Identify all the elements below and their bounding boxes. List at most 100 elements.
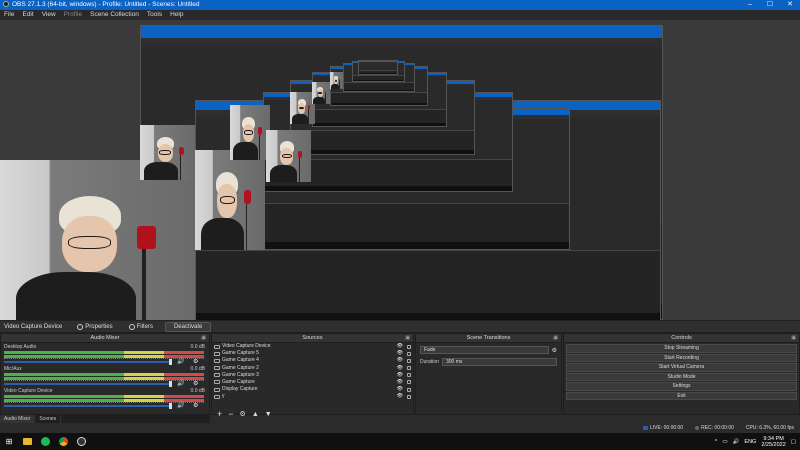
duration-input[interactable]: 300 ms	[442, 358, 557, 366]
dock-title: Scene Transitions ▣	[416, 334, 561, 343]
notifications-icon[interactable]: ▢	[791, 439, 796, 445]
lock-icon[interactable]	[407, 344, 411, 349]
gear-icon[interactable]: ⚙	[552, 347, 557, 354]
dock-float-icon[interactable]: ▣	[553, 334, 558, 343]
volume-slider[interactable]	[4, 361, 172, 363]
menu-tools[interactable]: Tools	[147, 10, 162, 20]
lock-icon[interactable]	[407, 358, 411, 363]
audio-mixer-dock: Audio Mixer ▣ Desktop Audio 0.0 dB 🔊 ⚙ Mi…	[0, 333, 210, 415]
remove-icon[interactable]: −	[228, 409, 233, 419]
studio-mode-button[interactable]: Studio Mode	[566, 372, 797, 381]
meter-scale	[4, 380, 204, 382]
windows-start-icon[interactable]: ⊞	[0, 433, 18, 450]
folder-icon[interactable]	[18, 433, 36, 450]
minimize-icon[interactable]: –	[740, 0, 760, 10]
obs-logo-icon	[3, 1, 9, 8]
mixer-channel: Mic/Aux 0.0 dB 🔊 ⚙	[1, 365, 209, 387]
menu-edit[interactable]: Edit	[22, 10, 33, 20]
meter-scale	[4, 402, 204, 404]
preview-canvas[interactable]	[0, 20, 800, 320]
properties-button[interactable]: Properties	[71, 322, 118, 332]
obs-taskbar-icon[interactable]	[72, 433, 90, 450]
eye-icon[interactable]: 👁	[397, 365, 403, 372]
chevron-up-icon[interactable]: ^	[715, 439, 718, 445]
eye-icon[interactable]: 👁	[397, 386, 403, 393]
eye-icon[interactable]: 👁	[397, 379, 403, 386]
move-down-icon[interactable]: ▼	[265, 411, 272, 418]
spotify-icon[interactable]	[36, 433, 54, 450]
slider-handle[interactable]	[169, 403, 172, 409]
menu-profile[interactable]: Profile	[64, 10, 82, 20]
game-icon	[214, 358, 220, 363]
stop-streaming-button[interactable]: Stop Streaming	[566, 344, 797, 353]
network-icon[interactable]: ▭	[722, 439, 727, 445]
sources-toolbar: + − ⚙ ▲ ▼	[211, 408, 414, 420]
list-item[interactable]: Display Capture 👁	[212, 386, 413, 393]
eye-icon[interactable]: 👁	[397, 357, 403, 364]
lock-icon[interactable]	[407, 351, 411, 356]
move-up-icon[interactable]: ▲	[252, 411, 259, 418]
gear-icon[interactable]: ⚙	[193, 358, 200, 365]
tab-scenes[interactable]: Scenes	[35, 415, 62, 423]
start-virtual-camera-button[interactable]: Start Virtual Camera	[566, 363, 797, 372]
window-controls: – ☐ ✕	[740, 0, 800, 10]
add-icon[interactable]: +	[217, 409, 222, 419]
dock-title: Audio Mixer ▣	[1, 334, 209, 343]
language-indicator[interactable]: ENG	[744, 439, 756, 445]
menu-scene-collection[interactable]: Scene Collection	[90, 10, 139, 20]
list-item[interactable]: Game Capture 5 👁	[212, 350, 413, 357]
volume-slider[interactable]	[4, 405, 172, 407]
volume-icon[interactable]: 🔊	[733, 439, 740, 445]
list-item[interactable]: Video Capture Device 👁	[212, 343, 413, 350]
close-icon[interactable]: ✕	[780, 0, 800, 10]
lock-icon[interactable]	[407, 366, 411, 371]
tab-audio-mixer[interactable]: Audio Mixer	[0, 415, 36, 423]
deactivate-button[interactable]: Deactivate	[164, 321, 212, 332]
speaker-icon[interactable]: 🔊	[177, 358, 185, 365]
clock[interactable]: 9:34 PM 2/25/2022	[761, 436, 785, 448]
volume-slider[interactable]	[4, 383, 172, 385]
webcam-preview	[330, 72, 343, 89]
speaker-icon[interactable]: 🔊	[177, 402, 185, 409]
gear-icon[interactable]: ⚙	[193, 402, 200, 409]
sources-list: Video Capture Device 👁 Game Capture 5 👁 Ga…	[212, 343, 413, 401]
list-item[interactable]: Game Capture 👁	[212, 379, 413, 386]
dock-float-icon[interactable]: ▣	[791, 334, 796, 343]
list-item[interactable]: y 👁	[212, 393, 413, 400]
gear-icon[interactable]: ⚙	[240, 410, 246, 418]
webcam-preview	[266, 130, 311, 182]
menu-file[interactable]: File	[4, 10, 14, 20]
start-recording-button[interactable]: Start Recording	[566, 353, 797, 362]
dock-float-icon[interactable]: ▣	[405, 334, 410, 343]
menu-view[interactable]: View	[42, 10, 56, 20]
gear-icon[interactable]: ⚙	[193, 380, 200, 387]
settings-button[interactable]: Settings	[566, 382, 797, 391]
eye-icon[interactable]: 👁	[397, 393, 403, 400]
list-item[interactable]: Game Capture 2 👁	[212, 365, 413, 372]
duration-label: Duration	[420, 359, 439, 365]
eye-icon[interactable]: 👁	[397, 343, 403, 350]
meter-scale	[4, 358, 204, 360]
speaker-icon[interactable]: 🔊	[177, 380, 185, 387]
duration-row: Duration 300 ms	[416, 357, 561, 367]
mixer-channel: Video Capture Device 0.0 dB 🔊 ⚙	[1, 387, 209, 409]
dock-float-icon[interactable]: ▣	[201, 334, 206, 343]
lock-icon[interactable]	[407, 394, 411, 399]
filters-button[interactable]: Filters	[123, 322, 159, 332]
exit-button[interactable]: Exit	[566, 391, 797, 400]
windows-taskbar: ⊞ ^ ▭ 🔊 ENG 9:34 PM 2/25/2022 ▢	[0, 433, 800, 450]
eye-icon[interactable]: 👁	[397, 372, 403, 379]
list-item[interactable]: Game Capture 4 👁	[212, 357, 413, 364]
lock-icon[interactable]	[407, 373, 411, 378]
lock-icon[interactable]	[407, 380, 411, 385]
transition-select[interactable]: Fade	[420, 346, 549, 354]
list-item[interactable]: Game Capture 3 👁	[212, 372, 413, 379]
system-tray: ^ ▭ 🔊 ENG 9:34 PM 2/25/2022 ▢	[715, 436, 800, 448]
eye-icon[interactable]: 👁	[397, 350, 403, 357]
chrome-icon[interactable]	[54, 433, 72, 450]
lock-icon[interactable]	[407, 387, 411, 392]
live-status: LIVE: 00:00:00	[643, 423, 683, 433]
menu-help[interactable]: Help	[170, 10, 183, 20]
live-icon	[643, 426, 648, 430]
maximize-icon[interactable]: ☐	[760, 0, 780, 10]
